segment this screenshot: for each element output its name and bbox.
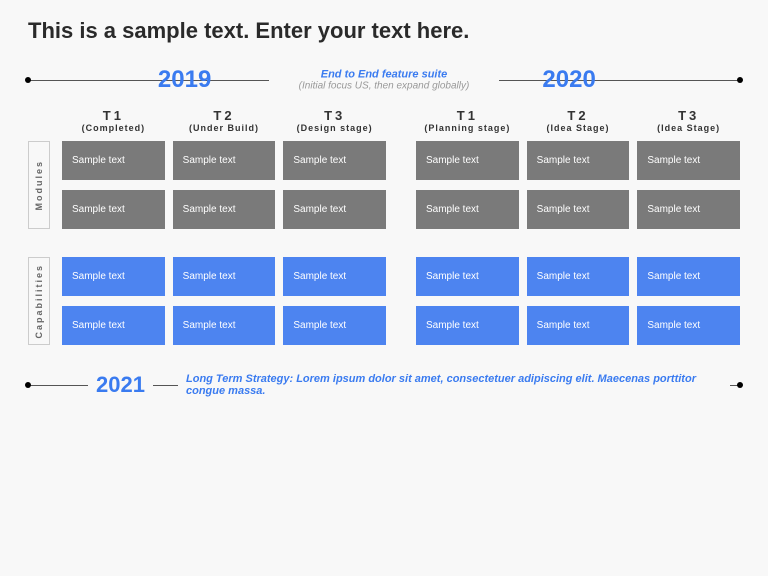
row-cells: Sample textSample textSample text (62, 257, 386, 296)
stage-s: (Design stage) (283, 123, 386, 133)
category-label-text: Modules (34, 160, 44, 211)
category-label-text: Capabilities (34, 264, 44, 339)
footer-text: Long Term Strategy: Lorem ipsum dolor si… (178, 369, 730, 401)
cell: Sample text (637, 257, 740, 296)
stage-s: (Planning stage) (416, 123, 519, 133)
cell: Sample text (62, 306, 165, 345)
cell: Sample text (416, 257, 519, 296)
row-cells: Sample textSample textSample text (416, 141, 740, 180)
year-grid-2020: Sample textSample textSample textSample … (416, 141, 740, 229)
stage-t: T2 (173, 108, 276, 123)
stage-s: (Idea Stage) (527, 123, 630, 133)
cell: Sample text (283, 141, 386, 180)
stage-col: T3 (Idea Stage) (637, 108, 740, 133)
cell: Sample text (283, 257, 386, 296)
row-cells: Sample textSample textSample text (62, 141, 386, 180)
category-block: ModulesSample textSample textSample text… (28, 141, 740, 229)
row-cells: Sample textSample textSample text (62, 306, 386, 345)
stage-s: (Under Build) (173, 123, 276, 133)
cell: Sample text (173, 190, 276, 229)
cell: Sample text (637, 190, 740, 229)
category-grid: Sample textSample textSample textSample … (62, 257, 740, 345)
row-cells: Sample textSample textSample text (416, 257, 740, 296)
page-title: This is a sample text. Enter your text h… (28, 18, 740, 44)
cell: Sample text (173, 141, 276, 180)
footer-bar: 2021 Long Term Strategy: Lorem ipsum dol… (28, 369, 740, 401)
stage-group-2019: T1 (Completed) T2 (Under Build) T3 (Desi… (62, 108, 386, 133)
cell: Sample text (527, 306, 630, 345)
cell: Sample text (416, 141, 519, 180)
cell: Sample text (62, 141, 165, 180)
timeline-dot-right (737, 77, 743, 83)
footer-dot-right (737, 382, 743, 388)
stage-t: T1 (416, 108, 519, 123)
cell: Sample text (527, 257, 630, 296)
stage-group-2020: T1 (Planning stage) T2 (Idea Stage) T3 (… (416, 108, 740, 133)
row-cells: Sample textSample textSample text (416, 306, 740, 345)
stage-col: T1 (Completed) (62, 108, 165, 133)
category-grid: Sample textSample textSample textSample … (62, 141, 740, 229)
year-grid-2020: Sample textSample textSample textSample … (416, 257, 740, 345)
cell: Sample text (527, 190, 630, 229)
cell: Sample text (527, 141, 630, 180)
stage-t: T2 (527, 108, 630, 123)
cell: Sample text (637, 306, 740, 345)
row-cells: Sample textSample textSample text (416, 190, 740, 229)
timeline: 2019 2020 End to End feature suite (Init… (28, 58, 740, 102)
cell: Sample text (173, 306, 276, 345)
year-grid-2019: Sample textSample textSample textSample … (62, 141, 386, 229)
stage-t: T3 (637, 108, 740, 123)
cell: Sample text (173, 257, 276, 296)
footer-year: 2021 (88, 372, 153, 398)
stage-t: T3 (283, 108, 386, 123)
row-cells: Sample textSample textSample text (62, 190, 386, 229)
stage-s: (Idea Stage) (637, 123, 740, 133)
cell: Sample text (62, 190, 165, 229)
stage-col: T1 (Planning stage) (416, 108, 519, 133)
year-right: 2020 (536, 66, 601, 94)
cell: Sample text (416, 190, 519, 229)
stage-header-row: T1 (Completed) T2 (Under Build) T3 (Desi… (62, 108, 740, 133)
year-grid-2019: Sample textSample textSample textSample … (62, 257, 386, 345)
cell: Sample text (637, 141, 740, 180)
stage-t: T1 (62, 108, 165, 123)
timeline-center-box: End to End feature suite (Initial focus … (269, 67, 499, 94)
center-subtitle: (Initial focus US, then expand globally) (283, 81, 485, 92)
cell: Sample text (283, 306, 386, 345)
stage-col: T2 (Idea Stage) (527, 108, 630, 133)
category-label: Capabilities (28, 257, 50, 345)
category-label: Modules (28, 141, 50, 229)
center-title: End to End feature suite (283, 69, 485, 81)
cell: Sample text (416, 306, 519, 345)
stage-col: T2 (Under Build) (173, 108, 276, 133)
stage-col: T3 (Design stage) (283, 108, 386, 133)
year-left: 2019 (152, 66, 217, 94)
footer-dot-left (25, 382, 31, 388)
category-block: CapabilitiesSample textSample textSample… (28, 257, 740, 345)
timeline-dot-left (25, 77, 31, 83)
cell: Sample text (62, 257, 165, 296)
stage-s: (Completed) (62, 123, 165, 133)
cell: Sample text (283, 190, 386, 229)
